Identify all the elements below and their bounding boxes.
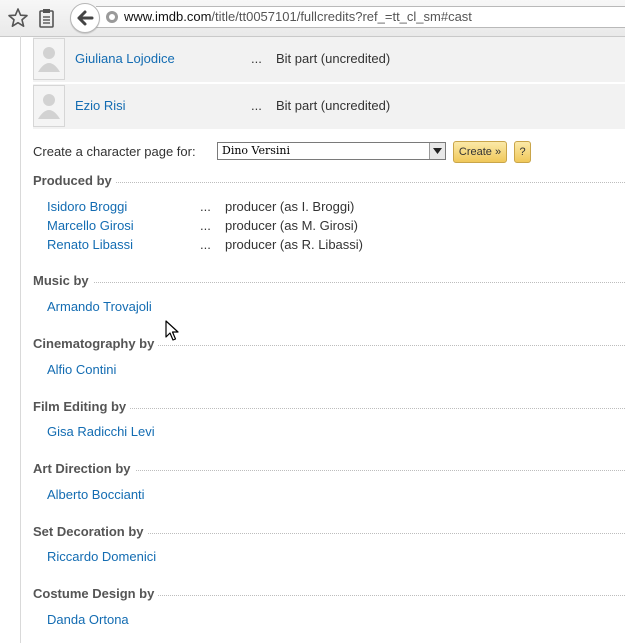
crew-name-link[interactable]: Marcello Girosi: [47, 218, 134, 233]
section-title: Produced by: [33, 173, 116, 188]
character-select-value: Dino Versini: [222, 144, 291, 157]
help-button[interactable]: ?: [514, 141, 531, 163]
cast-role: Bit part (uncredited): [276, 98, 391, 113]
reading-list-icon[interactable]: [34, 6, 58, 30]
back-arrow-icon: [77, 10, 94, 26]
crew-name-link[interactable]: Isidoro Broggi: [47, 199, 127, 214]
address-bar[interactable]: www.imdb.com/title/tt0057101/fullcredits…: [96, 6, 625, 28]
section-heading-music-by: Music by: [33, 273, 625, 289]
crew-name-link[interactable]: Riccardo Domenici: [47, 549, 156, 564]
cast-row: Ezio Risi ... Bit part (uncredited): [33, 84, 625, 129]
cast-name-link[interactable]: Giuliana Lojodice: [75, 51, 175, 66]
mouse-cursor-icon: [165, 320, 179, 347]
crew-name-link[interactable]: Alfio Contini: [47, 362, 116, 377]
section-heading-costume-design-by: Costume Design by: [33, 586, 625, 602]
ellipsis: ...: [200, 218, 211, 233]
avatar-placeholder[interactable]: [33, 38, 65, 80]
section-heading-produced-by: Produced by: [33, 173, 625, 189]
url-path: /title/tt0057101/fullcredits?ref_=tt_cl_…: [211, 9, 472, 24]
character-page-label: Create a character page for:: [33, 144, 196, 159]
section-title: Film Editing by: [33, 399, 131, 414]
avatar-placeholder[interactable]: [33, 85, 65, 127]
cast-role: Bit part (uncredited): [276, 51, 391, 66]
dropdown-arrow-icon[interactable]: [429, 143, 445, 159]
crew-name-link[interactable]: Armando Trovajoli: [47, 299, 152, 314]
crew-name-link[interactable]: Danda Ortona: [47, 612, 129, 627]
back-button[interactable]: [70, 3, 100, 33]
section-heading-film-editing-by: Film Editing by: [33, 399, 625, 415]
crew-name-link[interactable]: Gisa Radicchi Levi: [47, 424, 155, 439]
url-host: www.imdb.com: [124, 9, 212, 24]
ellipsis: ...: [200, 237, 211, 252]
cast-name-link[interactable]: Ezio Risi: [75, 98, 126, 113]
bookmark-star-icon[interactable]: [6, 6, 30, 30]
section-title: Art Direction by: [33, 461, 135, 476]
section-heading-set-decoration-by: Set Decoration by: [33, 524, 625, 540]
dotted-rule: [33, 182, 625, 183]
section-heading-art-direction-by: Art Direction by: [33, 461, 625, 477]
section-title: Cinematography by: [33, 336, 159, 351]
cast-row: Giuliana Lojodice ... Bit part (uncredit…: [33, 37, 625, 82]
crew-name-link[interactable]: Renato Libassi: [47, 237, 133, 252]
section-title: Costume Design by: [33, 586, 159, 601]
section-title: Set Decoration by: [33, 524, 148, 539]
dotted-rule: [33, 282, 625, 283]
crew-name-link[interactable]: Alberto Boccianti: [47, 487, 145, 502]
content-left-border: [20, 36, 21, 643]
person-silhouette-icon: [38, 47, 60, 72]
section-heading-cinematography-by: Cinematography by: [33, 336, 625, 352]
crew-credit: producer (as R. Libassi): [225, 237, 363, 252]
ellipsis: ...: [200, 199, 211, 214]
create-button[interactable]: Create »: [453, 141, 507, 163]
character-select[interactable]: Dino Versini: [217, 142, 446, 160]
person-silhouette-icon: [38, 94, 60, 119]
ellipsis: ...: [251, 51, 262, 66]
site-info-icon[interactable]: [105, 10, 119, 27]
browser-toolbar: www.imdb.com/title/tt0057101/fullcredits…: [0, 0, 625, 37]
ellipsis: ...: [251, 98, 262, 113]
section-title: Music by: [33, 273, 93, 288]
crew-credit: producer (as M. Girosi): [225, 218, 358, 233]
crew-credit: producer (as I. Broggi): [225, 199, 355, 214]
